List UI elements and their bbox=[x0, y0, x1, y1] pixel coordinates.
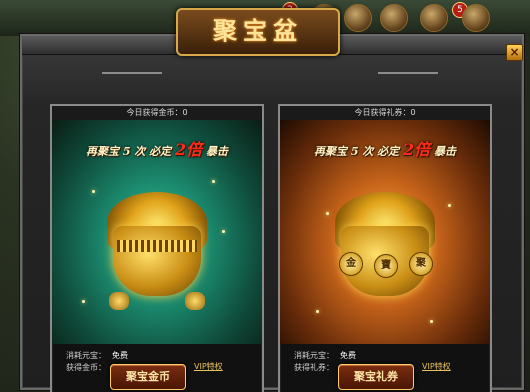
daily-voucher-obtained: 今日获得礼券：0 bbox=[280, 106, 490, 120]
sparkle bbox=[326, 212, 329, 215]
gold-pot-art: 再聚宝 5 次 必定 2倍 暴击 bbox=[52, 120, 262, 344]
game-screen: 2 5 今日获得金币：0 再聚宝 5 次 必定 2倍 暴击 bbox=[0, 0, 530, 392]
slogan-multiplier: 2倍 bbox=[403, 140, 431, 159]
bowl-foot bbox=[185, 292, 205, 310]
ornament-left bbox=[102, 72, 162, 84]
crit-slogan: 再聚宝 5 次 必定 2倍 暴击 bbox=[52, 136, 262, 160]
gold-coin-panel: 今日获得金币：0 再聚宝 5 次 必定 2倍 暴击 消耗元宝： 免费 获得金币：… bbox=[50, 104, 264, 392]
hud-portrait-icon[interactable] bbox=[344, 4, 372, 32]
vip-privilege-link[interactable]: VIP特权 bbox=[422, 361, 451, 372]
bowl-rim bbox=[117, 240, 197, 252]
slogan-crit: 暴击 bbox=[205, 145, 228, 158]
sparkle bbox=[430, 320, 433, 323]
cost-value: 免费 bbox=[340, 351, 356, 360]
gather-voucher-button[interactable]: 聚宝礼券 bbox=[338, 364, 414, 390]
gather-gold-button[interactable]: 聚宝金币 bbox=[110, 364, 186, 390]
sparkle bbox=[92, 190, 95, 193]
bowl-foot bbox=[109, 292, 129, 310]
cost-value: 免费 bbox=[112, 351, 128, 360]
gift-voucher-panel: 今日获得礼券：0 再聚宝 5 次 必定 2倍 暴击 金 寶 聚 消耗元宝： 免费… bbox=[278, 104, 492, 392]
cost-label: 消耗元宝： bbox=[66, 351, 106, 360]
hud-portrait-icon[interactable] bbox=[380, 4, 408, 32]
sparkle bbox=[222, 230, 225, 233]
ornament-right bbox=[378, 72, 438, 84]
slogan-text: 再聚宝 5 次 必定 bbox=[86, 145, 172, 158]
reward-label: 获得礼券： bbox=[294, 363, 334, 372]
vip-privilege-link[interactable]: VIP特权 bbox=[194, 361, 223, 372]
window-title-plate: 聚宝盆 bbox=[176, 8, 340, 56]
sparkle bbox=[448, 204, 451, 207]
slogan-crit: 暴击 bbox=[433, 145, 456, 158]
pot-seal: 寶 bbox=[374, 254, 398, 278]
treasure-window: 今日获得金币：0 再聚宝 5 次 必定 2倍 暴击 消耗元宝： 免费 获得金币：… bbox=[20, 34, 524, 392]
hud-portrait-icon[interactable] bbox=[420, 4, 448, 32]
voucher-pot-art: 再聚宝 5 次 必定 2倍 暴击 金 寶 聚 bbox=[280, 120, 490, 344]
cost-label: 消耗元宝： bbox=[294, 351, 334, 360]
reward-label: 获得金币： bbox=[66, 363, 106, 372]
slogan-text: 再聚宝 5 次 必定 bbox=[314, 145, 400, 158]
slogan-multiplier: 2倍 bbox=[175, 140, 203, 159]
pot-seal: 聚 bbox=[409, 252, 433, 276]
bowl-body bbox=[113, 226, 201, 296]
pot-seal: 金 bbox=[339, 252, 363, 276]
close-button[interactable]: × bbox=[506, 44, 523, 61]
treasure-bowl-icon bbox=[107, 192, 207, 312]
window-title: 聚宝盆 bbox=[213, 16, 303, 45]
hud-portrait-icon[interactable] bbox=[462, 4, 490, 32]
sparkle bbox=[82, 300, 85, 303]
crit-slogan: 再聚宝 5 次 必定 2倍 暴击 bbox=[280, 136, 490, 160]
daily-gold-obtained: 今日获得金币：0 bbox=[52, 106, 262, 120]
treasure-pot-icon: 金 寶 聚 bbox=[335, 192, 435, 312]
sparkle bbox=[316, 310, 319, 313]
sparkle bbox=[212, 180, 215, 183]
